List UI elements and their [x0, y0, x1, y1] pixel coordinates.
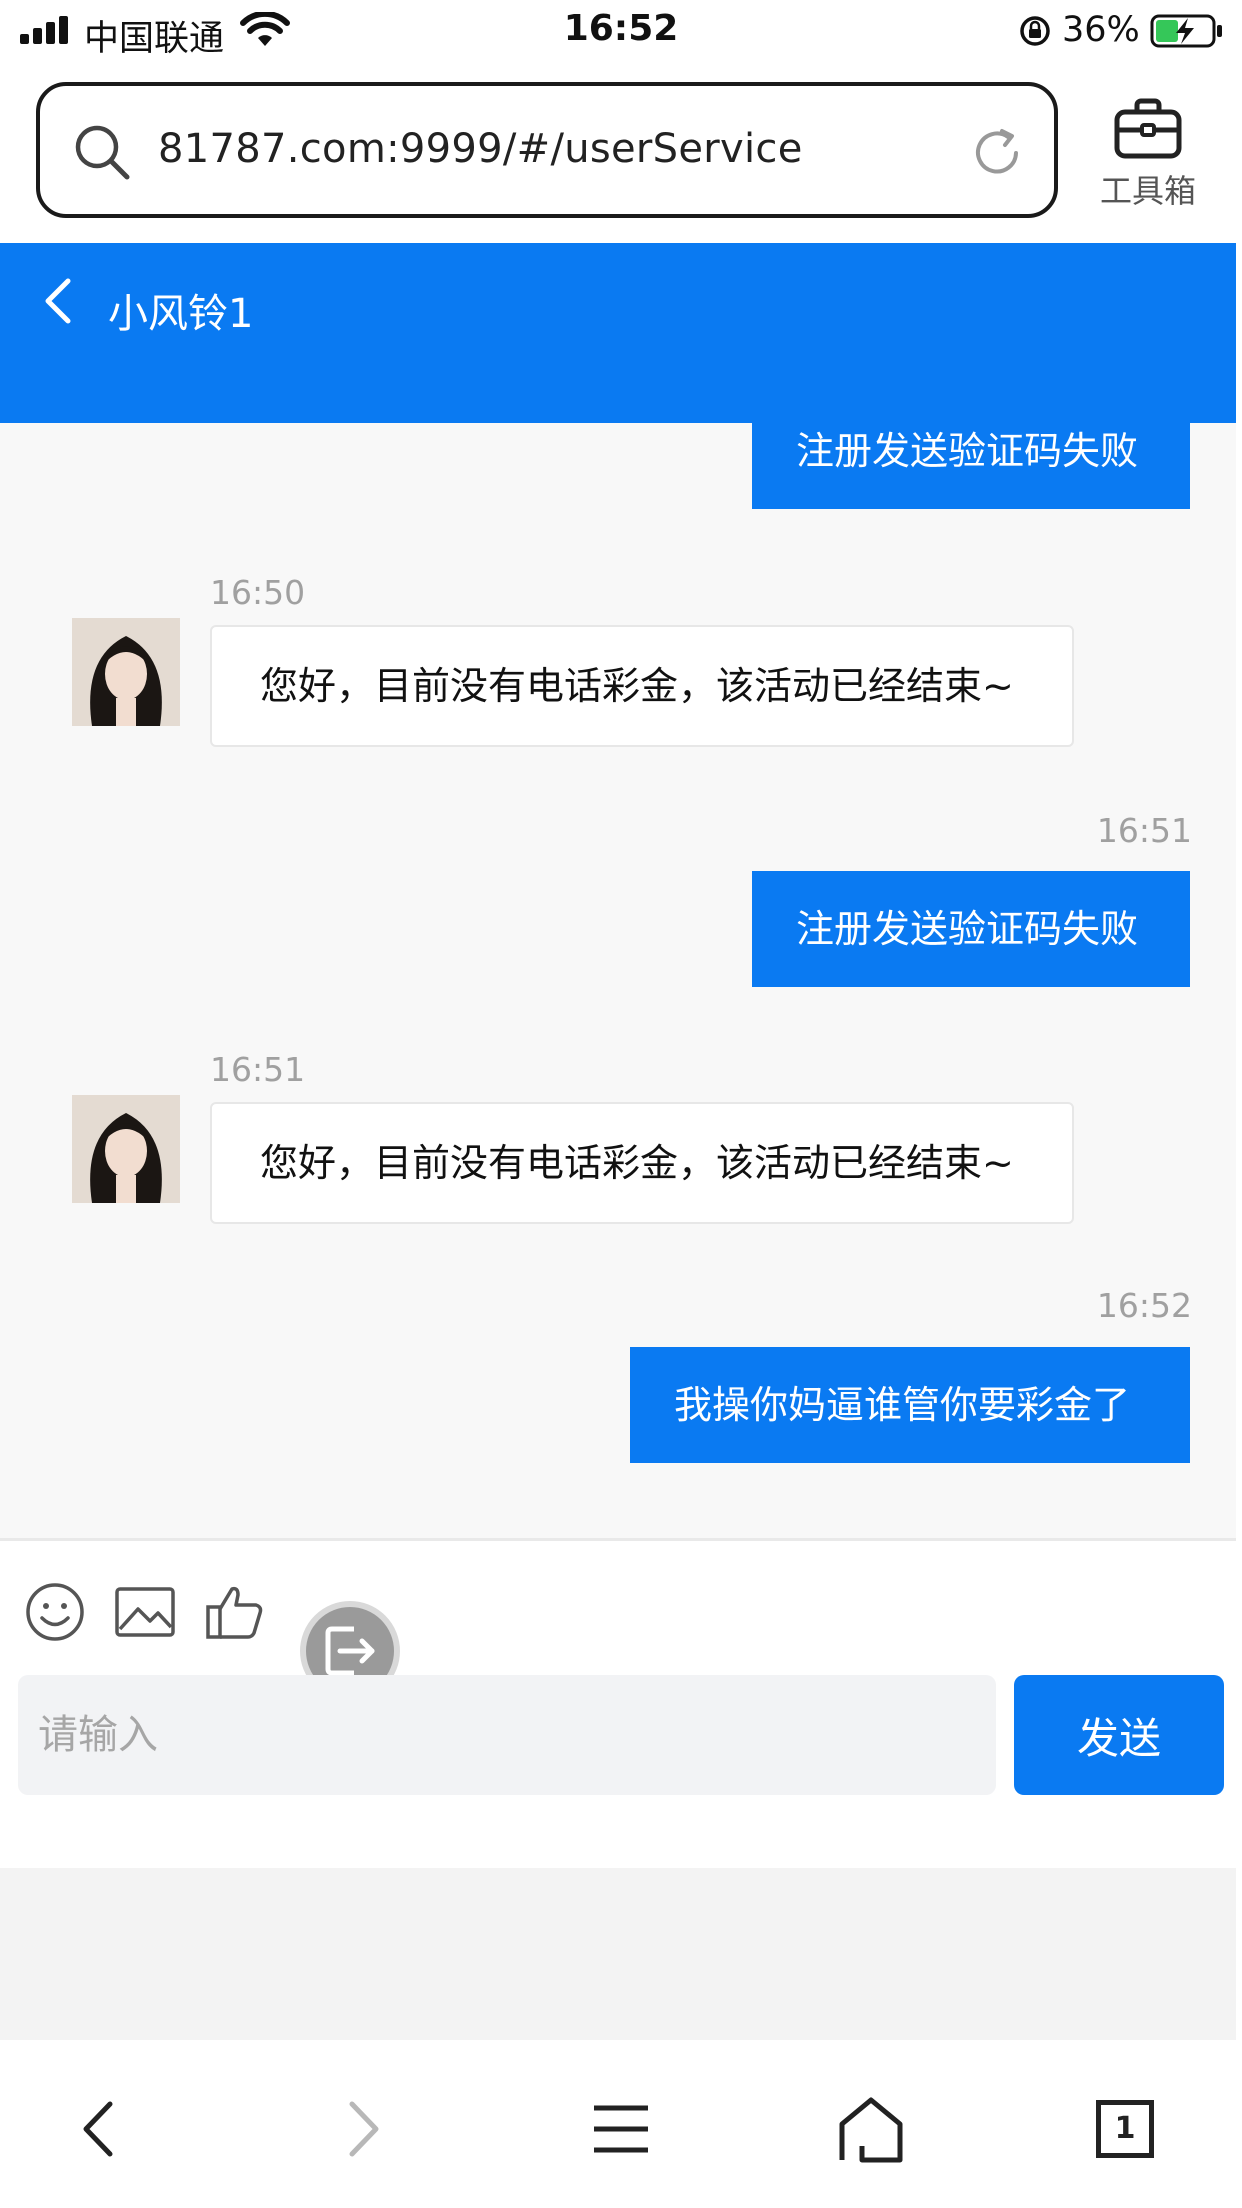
emoji-icon[interactable] — [24, 1581, 86, 1643]
back-icon[interactable] — [38, 275, 78, 327]
message-outgoing: 我操你妈逼谁管你要彩金了 — [630, 1347, 1190, 1463]
message-text: 您好，目前没有电话彩金，该活动已经结束~ — [260, 664, 1014, 708]
avatar-image — [72, 618, 180, 726]
message-text: 注册发送验证码失败 — [796, 429, 1139, 473]
message-time: 16:50 — [210, 573, 306, 612]
message-incoming: 您好，目前没有电话彩金，该活动已经结束~ — [210, 1102, 1074, 1224]
chat-header: 小风铃1 — [0, 243, 1236, 423]
message-incoming: 您好，目前没有电话彩金，该活动已经结束~ — [210, 625, 1074, 747]
toolbox-label: 工具箱 — [1099, 172, 1196, 210]
tabs-icon[interactable]: 1 — [1096, 2100, 1154, 2158]
message-time: 16:51 — [1096, 811, 1192, 850]
message-input[interactable] — [18, 1675, 996, 1795]
avatar[interactable] — [72, 1095, 180, 1203]
thumbs-up-icon[interactable] — [204, 1581, 266, 1643]
menu-icon[interactable] — [586, 2094, 656, 2164]
toolbox-button[interactable]: 工具箱 — [1088, 96, 1208, 216]
message-list[interactable]: 注册发送验证码失败 16:50 您好，目前没有电话彩金，该活动已经结束~ 16:… — [0, 423, 1236, 1538]
toolbox-icon — [1114, 98, 1182, 159]
nav-back-icon[interactable] — [66, 2094, 136, 2164]
message-text: 您好，目前没有电话彩金，该活动已经结束~ — [260, 1141, 1014, 1185]
message-outgoing: 注册发送验证码失败 — [752, 871, 1190, 987]
status-time: 16:52 — [563, 8, 679, 49]
battery-percent: 36% — [1062, 10, 1140, 50]
tab-count: 1 — [1114, 2111, 1136, 2146]
message-text: 注册发送验证码失败 — [796, 907, 1139, 951]
send-button[interactable]: 发送 — [1014, 1675, 1224, 1795]
image-icon[interactable] — [114, 1581, 176, 1643]
content-footer — [0, 1868, 1236, 2040]
search-icon — [75, 125, 130, 180]
url-text[interactable]: 81787.com:9999/#/userService — [158, 126, 803, 172]
rotation-lock-icon — [1020, 16, 1050, 46]
message-time: 16:52 — [1096, 1286, 1192, 1325]
status-bar: 中国联通 16:52 36% — [0, 0, 1242, 62]
page-title: 小风铃1 — [108, 291, 254, 337]
avatar[interactable] — [72, 618, 180, 726]
message-text: 我操你妈逼谁管你要彩金了 — [674, 1383, 1131, 1427]
home-icon[interactable] — [836, 2094, 906, 2164]
message-outgoing: 注册发送验证码失败 — [752, 423, 1190, 509]
avatar-image — [72, 1095, 180, 1203]
address-bar[interactable]: 81787.com:9999/#/userService — [36, 82, 1058, 218]
battery-icon — [1150, 14, 1222, 48]
reload-icon[interactable] — [970, 126, 1024, 180]
browser-bottom-nav: 1 — [0, 2040, 1242, 2208]
nav-forward-icon[interactable] — [326, 2094, 396, 2164]
composer: 发送 — [0, 1538, 1236, 1868]
message-time: 16:51 — [210, 1050, 306, 1089]
